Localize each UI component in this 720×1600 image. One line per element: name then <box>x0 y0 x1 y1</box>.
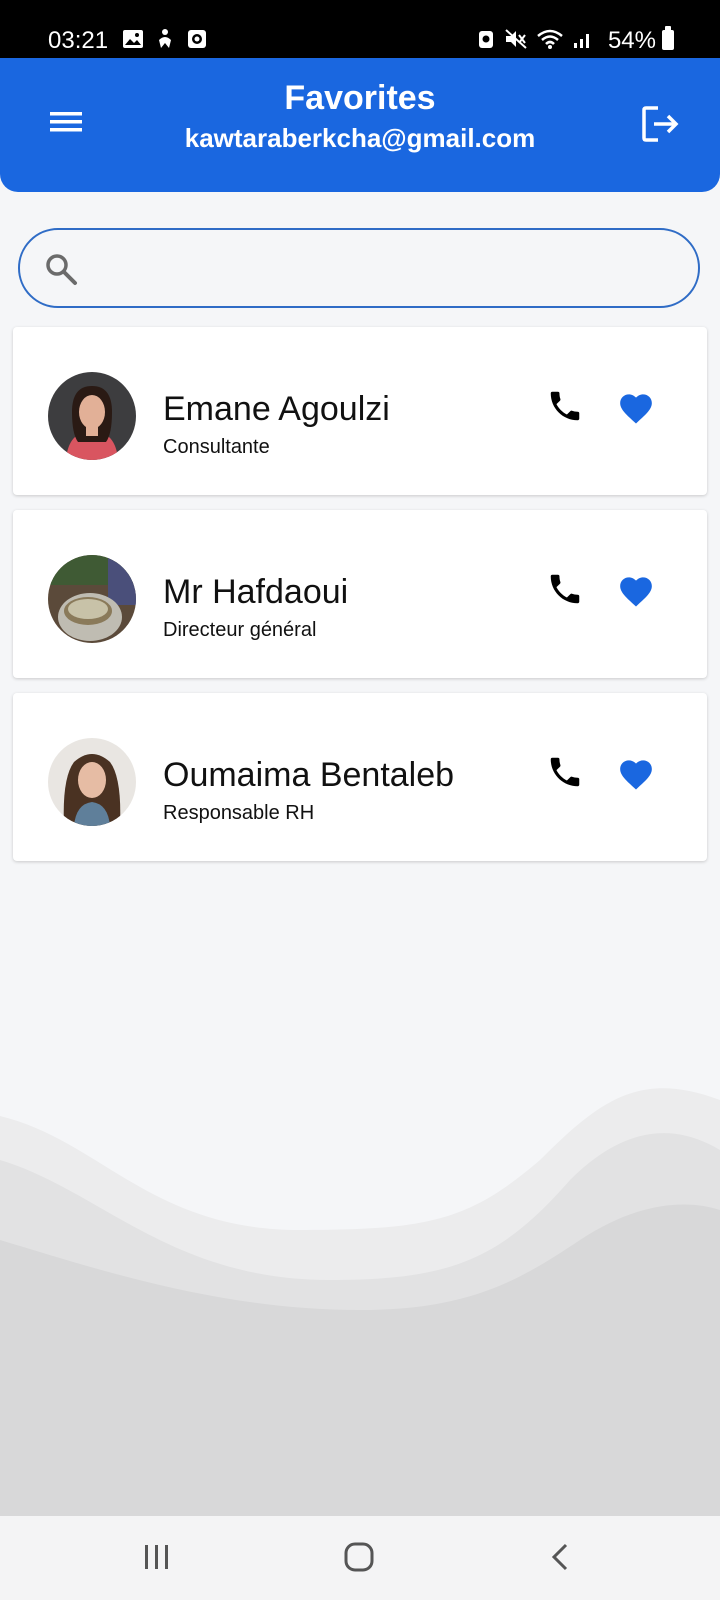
home-button[interactable] <box>342 1540 376 1574</box>
screen-record-icon <box>186 28 208 55</box>
logout-icon <box>642 106 679 142</box>
phone-icon <box>550 757 580 787</box>
gallery-icon <box>122 28 144 55</box>
decorative-waves <box>0 1088 720 1516</box>
recent-apps-icon <box>145 1545 168 1569</box>
favorite-button[interactable] <box>617 389 655 425</box>
contact-card[interactable]: Emane Agoulzi Consultante <box>13 327 707 495</box>
signal-icon <box>572 28 594 55</box>
favorite-button[interactable] <box>617 755 655 791</box>
favorite-button[interactable] <box>617 572 655 608</box>
mute-icon <box>504 28 528 55</box>
battery-icon <box>662 26 674 50</box>
battery-percent: 54% <box>607 27 656 54</box>
status-left-icons <box>122 28 208 55</box>
contact-card[interactable]: Mr Hafdaoui Directeur général <box>13 510 707 678</box>
back-icon <box>551 1543 568 1571</box>
logout-button[interactable] <box>638 102 682 146</box>
contact-card[interactable]: Oumaima Bentaleb Responsable RH <box>13 693 707 861</box>
avatar <box>48 372 136 460</box>
search-icon <box>46 254 77 285</box>
accessibility-icon <box>154 28 176 55</box>
call-button[interactable] <box>546 570 584 608</box>
status-right-icons <box>476 28 594 55</box>
avatar <box>48 738 136 826</box>
phone-icon <box>550 391 580 421</box>
contact-name: Mr Hafdaoui <box>163 573 349 611</box>
search-input[interactable] <box>96 246 680 292</box>
status-time: 03:21 <box>48 27 109 54</box>
call-button[interactable] <box>546 387 584 425</box>
contact-role: Directeur général <box>163 619 317 641</box>
phone-icon <box>550 574 580 604</box>
heart-icon <box>620 577 652 607</box>
search-box[interactable] <box>18 228 700 308</box>
contact-name: Emane Agoulzi <box>163 390 390 428</box>
contact-list: Emane Agoulzi Consultante Mr Hafdaoui Di… <box>13 327 707 876</box>
system-nav-bar <box>0 1516 720 1600</box>
wifi-icon <box>536 28 564 55</box>
status-bar: 03:21 54% <box>0 0 720 58</box>
heart-icon <box>620 760 652 790</box>
contact-role: Responsable RH <box>163 802 315 824</box>
page-title: Favorites <box>284 79 436 117</box>
user-email: kawtaraberkcha@gmail.com <box>184 123 536 153</box>
alarm-icon <box>476 28 496 55</box>
home-icon <box>344 1542 374 1572</box>
avatar <box>48 555 136 643</box>
app-header: Favorites kawtaraberkcha@gmail.com <box>0 58 720 192</box>
call-button[interactable] <box>546 753 584 791</box>
back-button[interactable] <box>548 1542 574 1572</box>
recent-apps-button[interactable] <box>142 1542 172 1572</box>
heart-icon <box>620 394 652 424</box>
contact-role: Consultante <box>163 436 270 458</box>
contact-name: Oumaima Bentaleb <box>163 756 455 794</box>
